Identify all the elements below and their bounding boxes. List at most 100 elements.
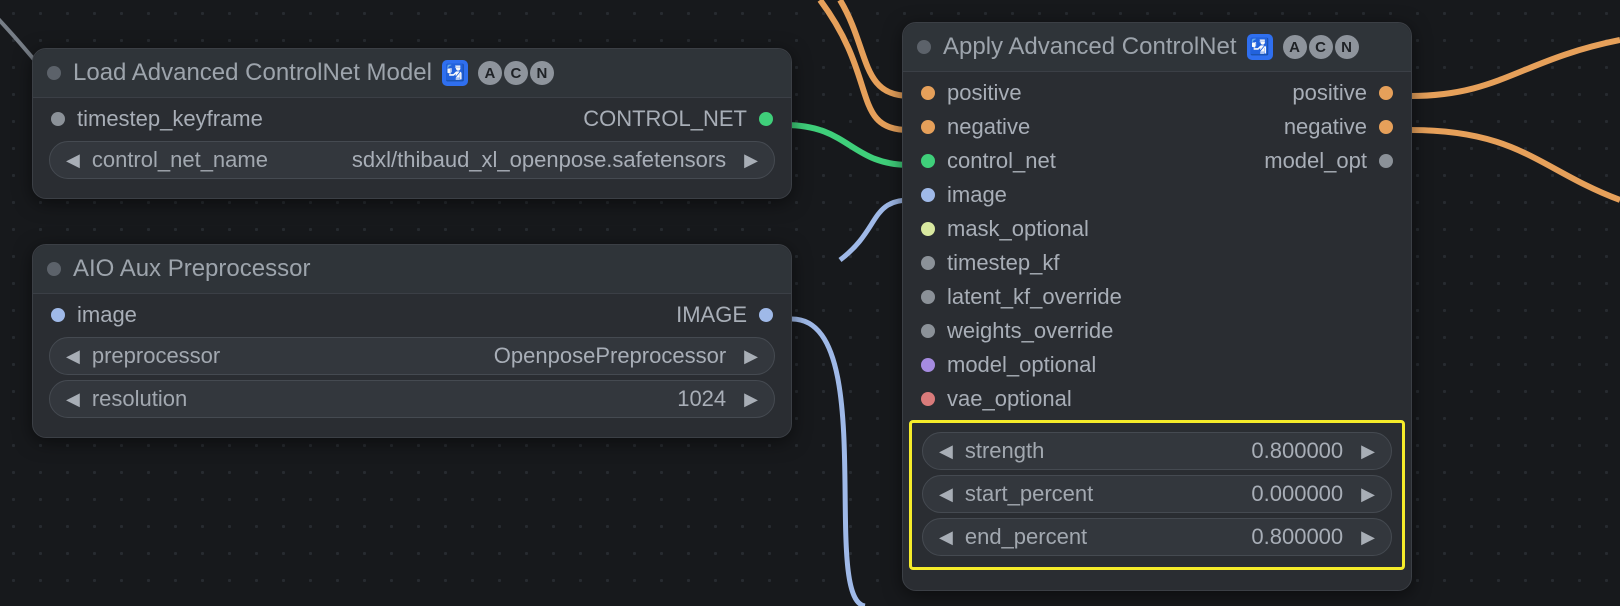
chevron-left-icon[interactable]: ◀ (66, 346, 80, 367)
port-label: timestep_keyframe (77, 106, 263, 132)
param-preprocessor[interactable]: ◀ preprocessor OpenposePreprocessor ▶ (49, 337, 775, 375)
port-dot-icon (1379, 154, 1393, 168)
title-text: Apply Advanced ControlNet (943, 33, 1237, 61)
input-port-model-optional[interactable]: model_optional (921, 352, 1096, 378)
node-title: Load Advanced ControlNet Model 🛂 A C N (73, 59, 554, 87)
acn-letter: A (478, 61, 502, 85)
chevron-right-icon[interactable]: ▶ (744, 346, 758, 367)
port-dot-icon (921, 358, 935, 372)
port-dot-icon (921, 290, 935, 304)
node-load-advanced-controlnet[interactable]: Load Advanced ControlNet Model 🛂 A C N t… (32, 48, 792, 199)
acn-letter: A (1283, 35, 1307, 59)
param-resolution[interactable]: ◀ resolution 1024 ▶ (49, 380, 775, 418)
chevron-left-icon[interactable]: ◀ (66, 389, 80, 410)
node-header[interactable]: Apply Advanced ControlNet 🛂 A C N (903, 23, 1411, 72)
port-dot-icon (1379, 120, 1393, 134)
controlnet-badge-icon: 🛂 (442, 60, 468, 86)
acn-letter: C (504, 61, 528, 85)
port-dot-icon (921, 256, 935, 270)
port-label: positive (947, 80, 1022, 106)
node-apply-advanced-controlnet[interactable]: Apply Advanced ControlNet 🛂 A C N positi… (902, 22, 1412, 591)
node-title: Apply Advanced ControlNet 🛂 A C N (943, 33, 1359, 61)
param-value: sdxl/thibaud_xl_openpose.safetensors (280, 147, 732, 173)
collapse-dot-icon[interactable] (917, 40, 931, 54)
controlnet-badge-icon: 🛂 (1247, 34, 1273, 60)
port-label: image (947, 182, 1007, 208)
param-start-percent[interactable]: ◀ start_percent 0.000000 ▶ (922, 475, 1392, 513)
title-text: Load Advanced ControlNet Model (73, 59, 432, 87)
port-label: timestep_kf (947, 250, 1060, 276)
port-dot-icon (921, 120, 935, 134)
input-port-weights-override[interactable]: weights_override (921, 318, 1113, 344)
param-label: resolution (92, 386, 187, 412)
port-label: image (77, 302, 137, 328)
port-label: negative (1284, 114, 1367, 140)
param-label: control_net_name (92, 147, 268, 173)
node-header[interactable]: AIO Aux Preprocessor (33, 245, 791, 294)
port-dot-icon (921, 154, 935, 168)
param-control-net-name[interactable]: ◀ control_net_name sdxl/thibaud_xl_openp… (49, 141, 775, 179)
chevron-right-icon[interactable]: ▶ (1361, 484, 1375, 505)
param-label: strength (965, 438, 1045, 464)
port-dot-icon (51, 308, 65, 322)
input-port-negative[interactable]: negative (921, 114, 1030, 140)
port-dot-icon (921, 86, 935, 100)
chevron-left-icon[interactable]: ◀ (939, 527, 953, 548)
chevron-right-icon[interactable]: ▶ (744, 150, 758, 171)
input-port-positive[interactable]: positive (921, 80, 1022, 106)
param-value: 1024 (199, 386, 732, 412)
param-value: 0.800000 (1056, 438, 1349, 464)
port-dot-icon (921, 222, 935, 236)
acn-letter: N (530, 61, 554, 85)
port-dot-icon (759, 112, 773, 126)
param-value: OpenposePreprocessor (232, 343, 732, 369)
chevron-right-icon[interactable]: ▶ (1361, 441, 1375, 462)
port-label: model_opt (1264, 148, 1367, 174)
port-label: IMAGE (676, 302, 747, 328)
input-port-vae-optional[interactable]: vae_optional (921, 386, 1072, 412)
node-title: AIO Aux Preprocessor (73, 255, 310, 283)
acn-badge: A C N (478, 61, 554, 85)
node-aio-aux-preprocessor[interactable]: AIO Aux Preprocessor image IMAGE ◀ prepr… (32, 244, 792, 438)
port-label: model_optional (947, 352, 1096, 378)
output-port-positive[interactable]: positive (1292, 80, 1393, 106)
input-port-control-net[interactable]: control_net (921, 148, 1056, 174)
output-port-control-net[interactable]: CONTROL_NET (583, 106, 773, 132)
port-label: vae_optional (947, 386, 1072, 412)
param-label: start_percent (965, 481, 1093, 507)
node-header[interactable]: Load Advanced ControlNet Model 🛂 A C N (33, 49, 791, 98)
port-dot-icon (921, 392, 935, 406)
param-strength[interactable]: ◀ strength 0.800000 ▶ (922, 432, 1392, 470)
port-label: weights_override (947, 318, 1113, 344)
port-dot-icon (51, 112, 65, 126)
chevron-left-icon[interactable]: ◀ (939, 484, 953, 505)
chevron-left-icon[interactable]: ◀ (939, 441, 953, 462)
port-label: latent_kf_override (947, 284, 1122, 310)
output-port-negative[interactable]: negative (1284, 114, 1393, 140)
input-port-latent-kf-override[interactable]: latent_kf_override (921, 284, 1122, 310)
chevron-right-icon[interactable]: ▶ (744, 389, 758, 410)
port-dot-icon (921, 188, 935, 202)
collapse-dot-icon[interactable] (47, 66, 61, 80)
port-label: control_net (947, 148, 1056, 174)
port-label: mask_optional (947, 216, 1089, 242)
output-port-image[interactable]: IMAGE (676, 302, 773, 328)
output-port-model-opt[interactable]: model_opt (1264, 148, 1393, 174)
port-label: negative (947, 114, 1030, 140)
highlighted-params: ◀ strength 0.800000 ▶ ◀ start_percent 0.… (909, 420, 1405, 570)
port-label: CONTROL_NET (583, 106, 747, 132)
input-port-mask-optional[interactable]: mask_optional (921, 216, 1089, 242)
input-port-image[interactable]: image (921, 182, 1007, 208)
title-text: AIO Aux Preprocessor (73, 255, 310, 283)
collapse-dot-icon[interactable] (47, 262, 61, 276)
chevron-right-icon[interactable]: ▶ (1361, 527, 1375, 548)
input-port-timestep-keyframe[interactable]: timestep_keyframe (51, 106, 263, 132)
acn-letter: N (1335, 35, 1359, 59)
input-port-timestep-kf[interactable]: timestep_kf (921, 250, 1060, 276)
param-label: end_percent (965, 524, 1087, 550)
param-end-percent[interactable]: ◀ end_percent 0.800000 ▶ (922, 518, 1392, 556)
port-dot-icon (1379, 86, 1393, 100)
param-value: 0.800000 (1099, 524, 1349, 550)
chevron-left-icon[interactable]: ◀ (66, 150, 80, 171)
input-port-image[interactable]: image (51, 302, 137, 328)
